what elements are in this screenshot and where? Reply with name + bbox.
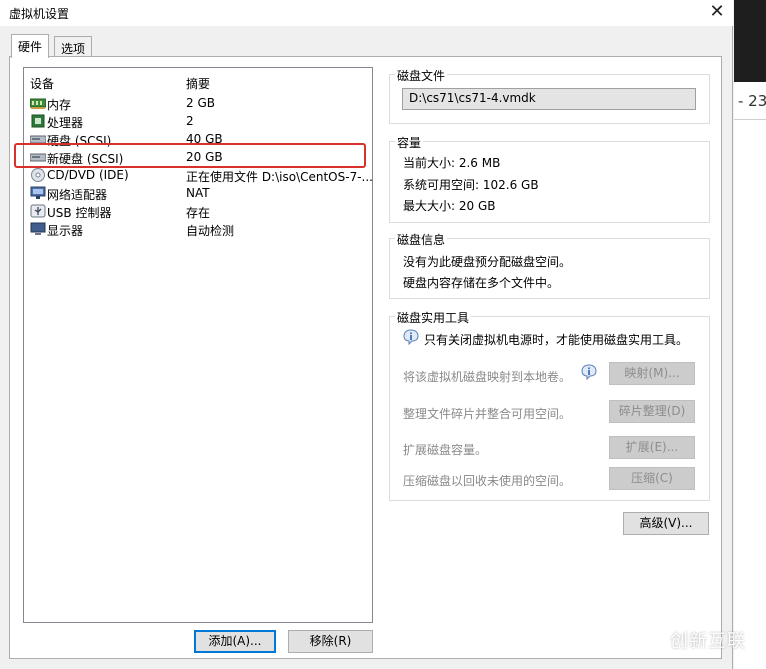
max-size-text: 最大大小: 20 GB xyxy=(403,199,496,213)
background-divider xyxy=(734,119,766,120)
device-name: USB 控制器 xyxy=(47,206,112,220)
defragment-button[interactable]: 碎片整理(D) xyxy=(609,400,695,423)
watermark-text: 创新互联 xyxy=(670,631,746,652)
info-icon xyxy=(581,364,597,380)
column-header-device[interactable]: 设备 xyxy=(30,75,54,92)
close-button[interactable]: ✕ xyxy=(703,1,731,23)
processor-icon xyxy=(31,114,45,128)
current-size-text: 当前大小: 2.6 MB xyxy=(403,156,501,170)
device-summary: 存在 xyxy=(186,206,211,220)
disk-info-line1: 没有为此硬盘预分配磁盘空间。 xyxy=(403,255,572,269)
device-row-cd-dvd[interactable]: CD/DVD (IDE) 正在使用文件 D:\iso\CentOS-7-... xyxy=(24,166,373,184)
advanced-button[interactable]: 高级(V)... xyxy=(623,512,709,535)
tab-options[interactable]: 选项 xyxy=(54,36,93,57)
compact-description: 压缩磁盘以回收未使用的空间。 xyxy=(403,474,572,488)
column-header-summary[interactable]: 摘要 xyxy=(186,75,210,92)
device-row-network-adapter[interactable]: 网络适配器 NAT xyxy=(24,184,372,202)
device-summary: NAT xyxy=(186,186,210,200)
map-description: 将该虚拟机磁盘映射到本地卷。 xyxy=(403,370,572,384)
device-name: CD/DVD (IDE) xyxy=(47,168,129,182)
monitor-icon xyxy=(30,222,46,235)
remove-button[interactable]: 移除(R) xyxy=(288,630,373,653)
device-row-usb-controller[interactable]: USB 控制器 存在 xyxy=(24,202,372,220)
expand-button[interactable]: 扩展(E)... xyxy=(609,436,695,459)
device-name: 网络适配器 xyxy=(47,188,108,202)
usb-icon xyxy=(30,204,46,218)
device-row-display[interactable]: 显示器 自动检测 xyxy=(24,220,372,238)
disk-info-line2: 硬盘内容存储在多个文件中。 xyxy=(403,276,560,290)
background-clock-text: - 23: xyxy=(738,92,766,110)
compact-button[interactable]: 压缩(C) xyxy=(609,467,695,490)
map-button[interactable]: 映射(M)... xyxy=(609,362,695,385)
selection-highlight-box xyxy=(14,143,366,168)
available-space-text: 系统可用空间: 102.6 GB xyxy=(403,178,539,192)
disk-file-field[interactable]: D:\cs71\cs71-4.vmdk xyxy=(402,88,696,110)
device-summary: 自动检测 xyxy=(186,224,235,238)
tab-hardware[interactable]: 硬件 xyxy=(11,34,50,58)
device-row-processor[interactable]: 处理器 2 xyxy=(24,112,372,130)
device-summary: 2 xyxy=(186,114,194,128)
device-summary: 2 GB xyxy=(186,96,215,110)
network-adapter-icon xyxy=(30,186,46,199)
device-name: 内存 xyxy=(47,98,72,112)
device-row-memory[interactable]: 内存 2 GB xyxy=(24,94,372,112)
background-window-titlebar xyxy=(734,0,766,82)
expand-description: 扩展磁盘容量。 xyxy=(403,443,488,457)
disk-file-label: 磁盘文件 xyxy=(395,67,448,84)
info-icon xyxy=(403,329,419,345)
add-button[interactable]: 添加(A)... xyxy=(194,630,276,653)
device-name: 显示器 xyxy=(47,224,84,238)
device-name: 处理器 xyxy=(47,116,84,130)
window-title: 虚拟机设置 xyxy=(9,7,70,21)
capacity-label: 容量 xyxy=(395,134,424,151)
memory-icon xyxy=(30,98,46,109)
utilities-notice: 只有关闭虚拟机电源时，才能使用磁盘实用工具。 xyxy=(424,333,689,347)
defragment-description: 整理文件碎片并整合可用空间。 xyxy=(403,407,572,421)
title-bar: 虚拟机设置 ✕ xyxy=(0,0,733,26)
cd-dvd-icon xyxy=(31,168,45,182)
device-summary: 正在使用文件 D:\iso\CentOS-7-... xyxy=(186,170,373,184)
disk-info-label: 磁盘信息 xyxy=(395,231,448,248)
disk-utilities-label: 磁盘实用工具 xyxy=(395,309,472,326)
